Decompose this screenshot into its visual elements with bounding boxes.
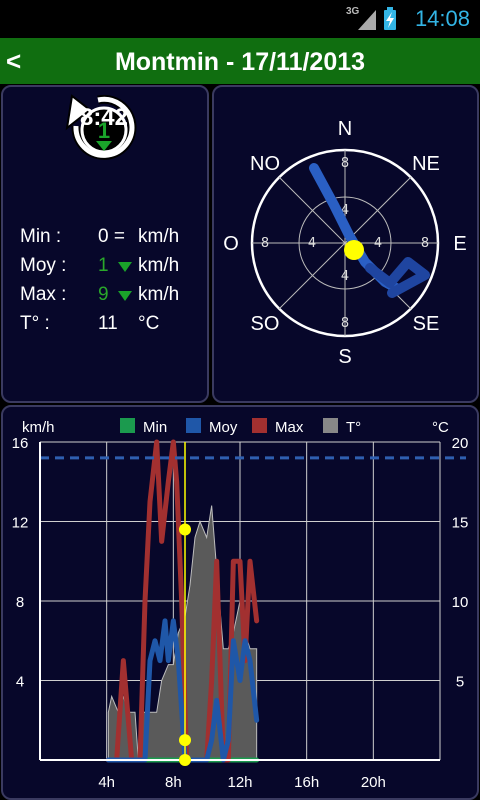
temp-value: 11 (98, 313, 118, 334)
moy-label: Moy : (20, 255, 67, 276)
status-icons (358, 7, 396, 30)
temp-label: T° : (20, 313, 50, 334)
min-unit: km/h (138, 226, 180, 247)
moy-unit: km/h (138, 255, 180, 276)
back-button[interactable]: < (6, 46, 21, 77)
page-title: Montmin - 17/11/2013 (114, 48, 366, 76)
reading-time: 8:42 (79, 104, 129, 131)
trend-down-icon (118, 262, 132, 272)
clock: 14:08 (414, 6, 470, 31)
temp-unit: °C (138, 313, 160, 334)
wind-history-chart-panel (1, 405, 479, 800)
signal-icon (358, 10, 376, 30)
reading-row-max: Max : 9 km/h (0, 284, 208, 308)
moy-value: 1 (98, 255, 109, 276)
reading-row-moy: Moy : 1 km/h (0, 255, 208, 279)
max-label: Max : (20, 284, 67, 305)
max-value: 9 (98, 284, 109, 305)
min-label: Min : (20, 226, 62, 247)
reading-row-temp: T° : 11 °C (0, 313, 208, 337)
title-bar: Montmin - 17/11/2013 < (0, 38, 480, 84)
status-bar: 3G 14:08 (0, 0, 480, 38)
wind-direction-panel (212, 85, 479, 403)
trend-down-icon (118, 291, 132, 301)
max-unit: km/h (138, 284, 180, 305)
min-value: 0 = (98, 226, 125, 247)
reading-row-min: Min : 0 = km/h (0, 226, 208, 250)
